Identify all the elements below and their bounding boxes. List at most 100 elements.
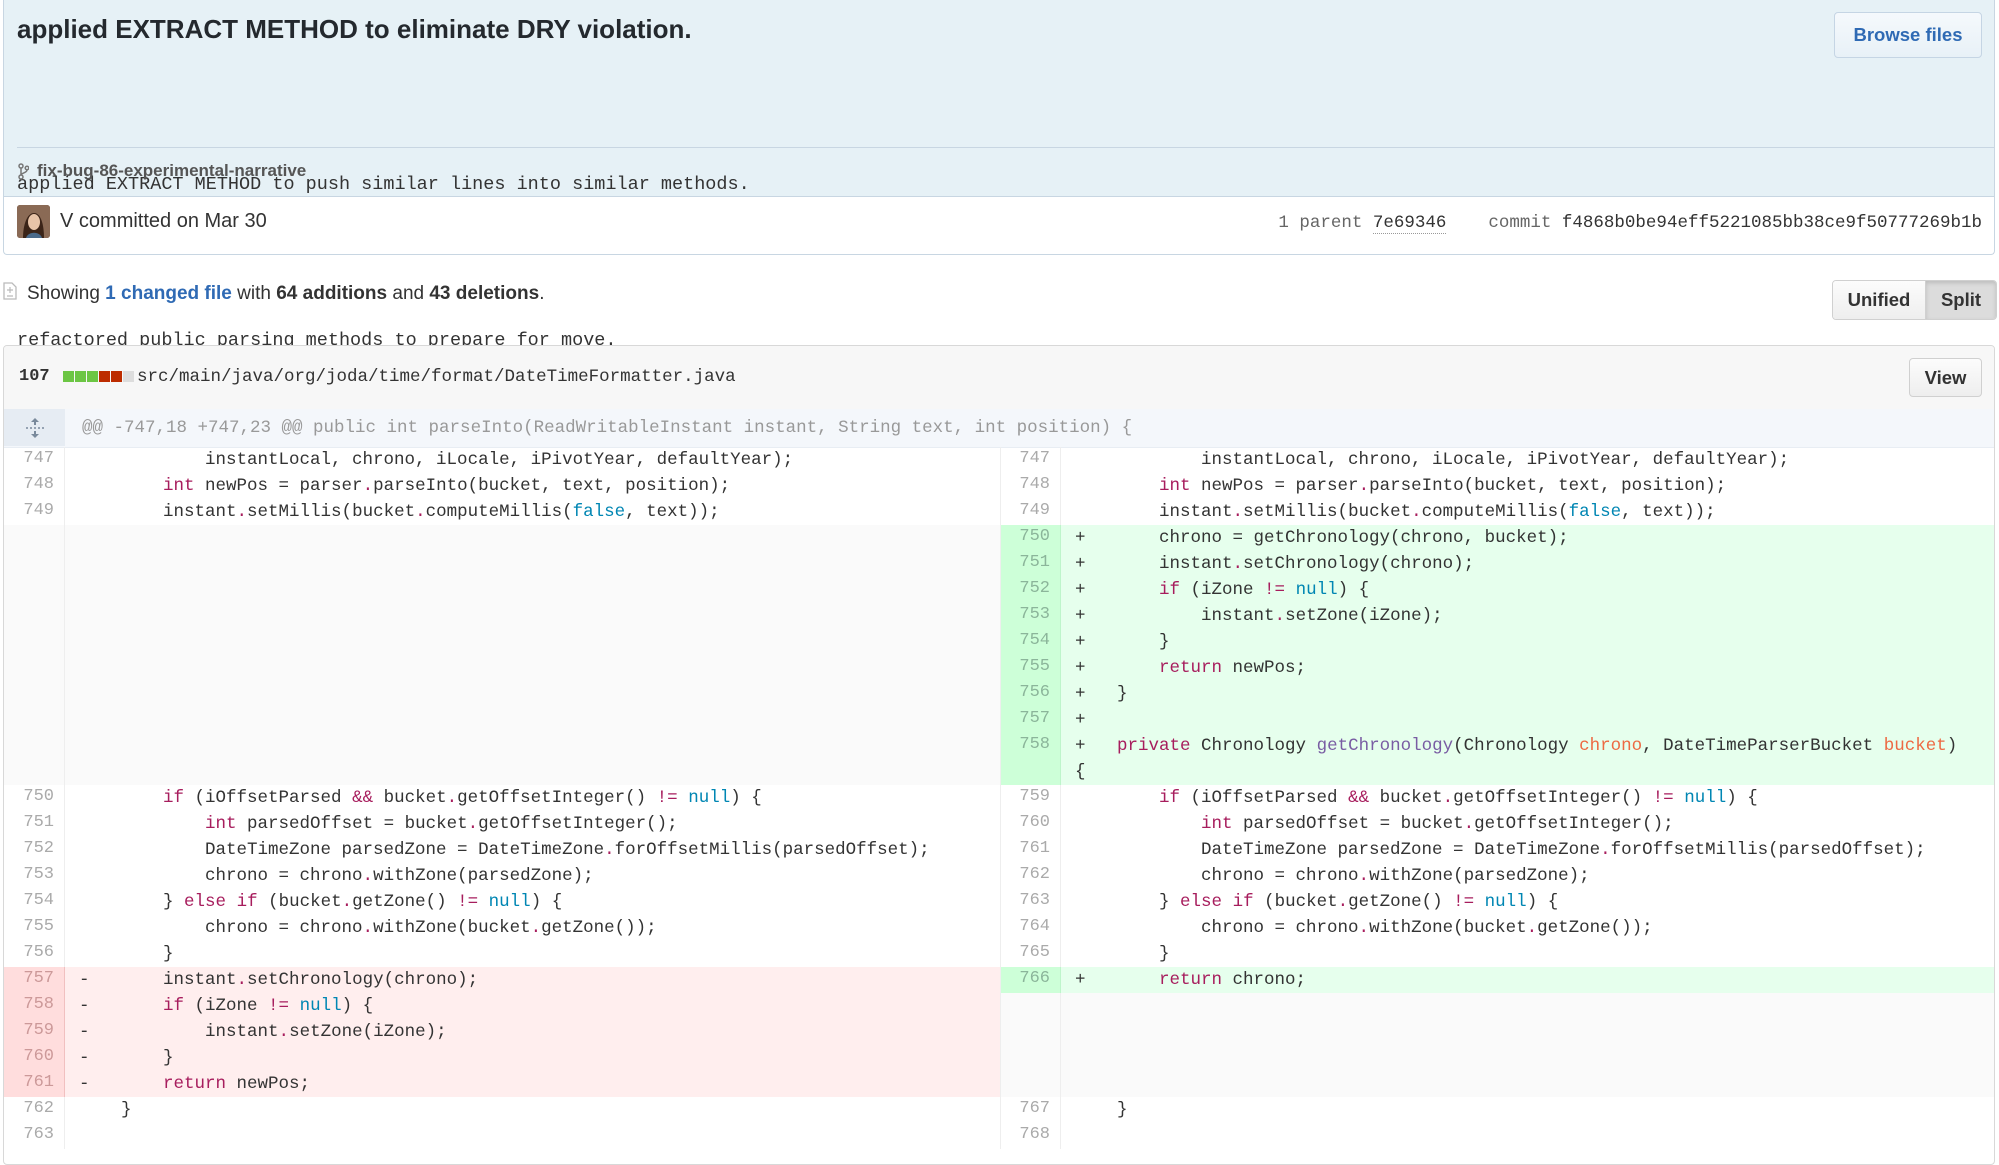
line-number[interactable]: 748 [4,473,65,499]
line-number[interactable]: 761 [1000,837,1061,863]
diff-row: 750 + chrono = getChronology(chrono, buck… [4,525,1994,551]
right-side: 748 int newPos = parser.parseInto(bucket… [1000,473,1994,499]
file-diff: 107 src/main/java/org/joda/time/format/D… [3,345,1995,1165]
right-side: 765 } [1000,941,1994,967]
avatar[interactable] [17,205,50,238]
left-side: 751 int parsedOffset = bucket.getOffsetI… [4,811,1000,837]
line-number[interactable]: 761 [4,1071,65,1097]
line-number[interactable]: 764 [1000,915,1061,941]
code-text: int parsedOffset = bucket.getOffsetInteg… [205,814,678,834]
diff-row: 749 instant.setMillis(bucket.computeMill… [4,499,1994,525]
code-line: + instant.setZone(iZone); [1061,603,1994,629]
left-side: 753 chrono = chrono.withZone(parsedZone)… [4,863,1000,889]
left-side [4,655,1000,681]
line-number[interactable]: 763 [1000,889,1061,915]
diff-row: 748 int newPos = parser.parseInto(bucket… [4,473,1994,499]
code-line: instant.setMillis(bucket.computeMillis(f… [65,499,1000,525]
line-number[interactable]: 753 [4,863,65,889]
diff-row: 762 } 767 } [4,1097,1994,1123]
expand-icon[interactable] [4,409,65,446]
line-number[interactable]: 755 [4,915,65,941]
left-side: 759 - instant.setZone(iZone); [4,1019,1000,1045]
code-text: instant.setMillis(bucket.computeMillis(f… [1075,502,1716,522]
line-number[interactable]: 763 [4,1123,65,1149]
line-number[interactable] [1000,993,1061,1019]
diff-row: 755 + return newPos; [4,655,1994,681]
line-number[interactable]: 759 [1000,785,1061,811]
diffstat-bar [63,371,134,382]
line-number[interactable] [4,681,65,707]
line-number[interactable]: 760 [1000,811,1061,837]
file-header: 107 src/main/java/org/joda/time/format/D… [4,346,1994,410]
parent-sha-link[interactable]: 7e69346 [1372,213,1447,234]
code-text: } [79,944,174,964]
additions-count: 64 additions [276,283,388,304]
line-number[interactable]: 765 [1000,941,1061,967]
line-number[interactable]: 754 [4,889,65,915]
right-side: 763 } else if (bucket.getZone() != null)… [1000,889,1994,915]
diff-row: 755 chrono = chrono.withZone(bucket.getZ… [4,915,1994,941]
diff-summary: Showing 1 changed file with 64 additions… [3,282,544,306]
changed-files-link[interactable]: 1 changed file [105,283,232,304]
left-side: 749 instant.setMillis(bucket.computeMill… [4,499,1000,525]
line-number[interactable]: 750 [1000,525,1061,551]
browse-files-button[interactable]: Browse files [1834,12,1982,58]
line-number[interactable]: 747 [1000,447,1061,473]
line-number[interactable]: 749 [1000,499,1061,525]
line-number[interactable]: 748 [1000,473,1061,499]
unified-view-button[interactable]: Unified [1833,281,1926,319]
line-number[interactable]: 759 [4,1019,65,1045]
line-number[interactable]: 751 [1000,551,1061,577]
line-number[interactable] [4,655,65,681]
line-number[interactable]: 762 [4,1097,65,1123]
right-side [1000,1045,1994,1071]
code-line [65,629,1000,655]
commit-meta: V committed on Mar 30 1 parent 7e69346 c… [4,197,1994,254]
line-number[interactable]: 760 [4,1045,65,1071]
line-number[interactable] [4,603,65,629]
line-number[interactable]: 753 [1000,603,1061,629]
code-line: if (iOffsetParsed && bucket.getOffsetInt… [1061,785,1994,811]
line-number[interactable]: 747 [4,447,65,473]
line-number[interactable] [4,577,65,603]
line-number[interactable]: 752 [4,837,65,863]
line-number[interactable]: 756 [4,941,65,967]
line-number[interactable]: 766 [1000,967,1061,993]
line-number[interactable]: 750 [4,785,65,811]
code-line: int parsedOffset = bucket.getOffsetInteg… [1061,811,1994,837]
code-line: instant.setMillis(bucket.computeMillis(f… [1061,499,1994,525]
diff-row: 758 + private Chronology getChronology(Ch… [4,733,1994,785]
line-number[interactable]: 757 [4,967,65,993]
line-number[interactable] [1000,1019,1061,1045]
left-side [4,577,1000,603]
code-line: + return chrono; [1061,967,1994,993]
line-number[interactable] [1000,1045,1061,1071]
line-number[interactable] [4,733,65,785]
view-file-button[interactable]: View [1909,358,1982,397]
branch-info[interactable]: fix-bug-86-experimental-narrative [18,161,306,181]
line-number[interactable]: 755 [1000,655,1061,681]
line-number[interactable]: 767 [1000,1097,1061,1123]
line-number[interactable]: 768 [1000,1123,1061,1149]
line-number[interactable] [4,551,65,577]
line-number[interactable] [1000,1071,1061,1097]
line-number[interactable] [4,707,65,733]
line-number[interactable] [4,525,65,551]
right-side [1000,993,1994,1019]
line-number[interactable]: 762 [1000,863,1061,889]
line-number[interactable]: 752 [1000,577,1061,603]
line-number[interactable]: 756 [1000,681,1061,707]
line-number[interactable]: 754 [1000,629,1061,655]
line-number[interactable] [4,629,65,655]
line-number[interactable]: 758 [1000,733,1061,785]
author-name[interactable]: V [60,210,73,232]
line-number[interactable]: 749 [4,499,65,525]
line-number[interactable]: 758 [4,993,65,1019]
line-number[interactable]: 751 [4,811,65,837]
code-text: } [1075,944,1170,964]
line-number[interactable]: 757 [1000,707,1061,733]
split-view-button[interactable]: Split [1926,281,1996,319]
